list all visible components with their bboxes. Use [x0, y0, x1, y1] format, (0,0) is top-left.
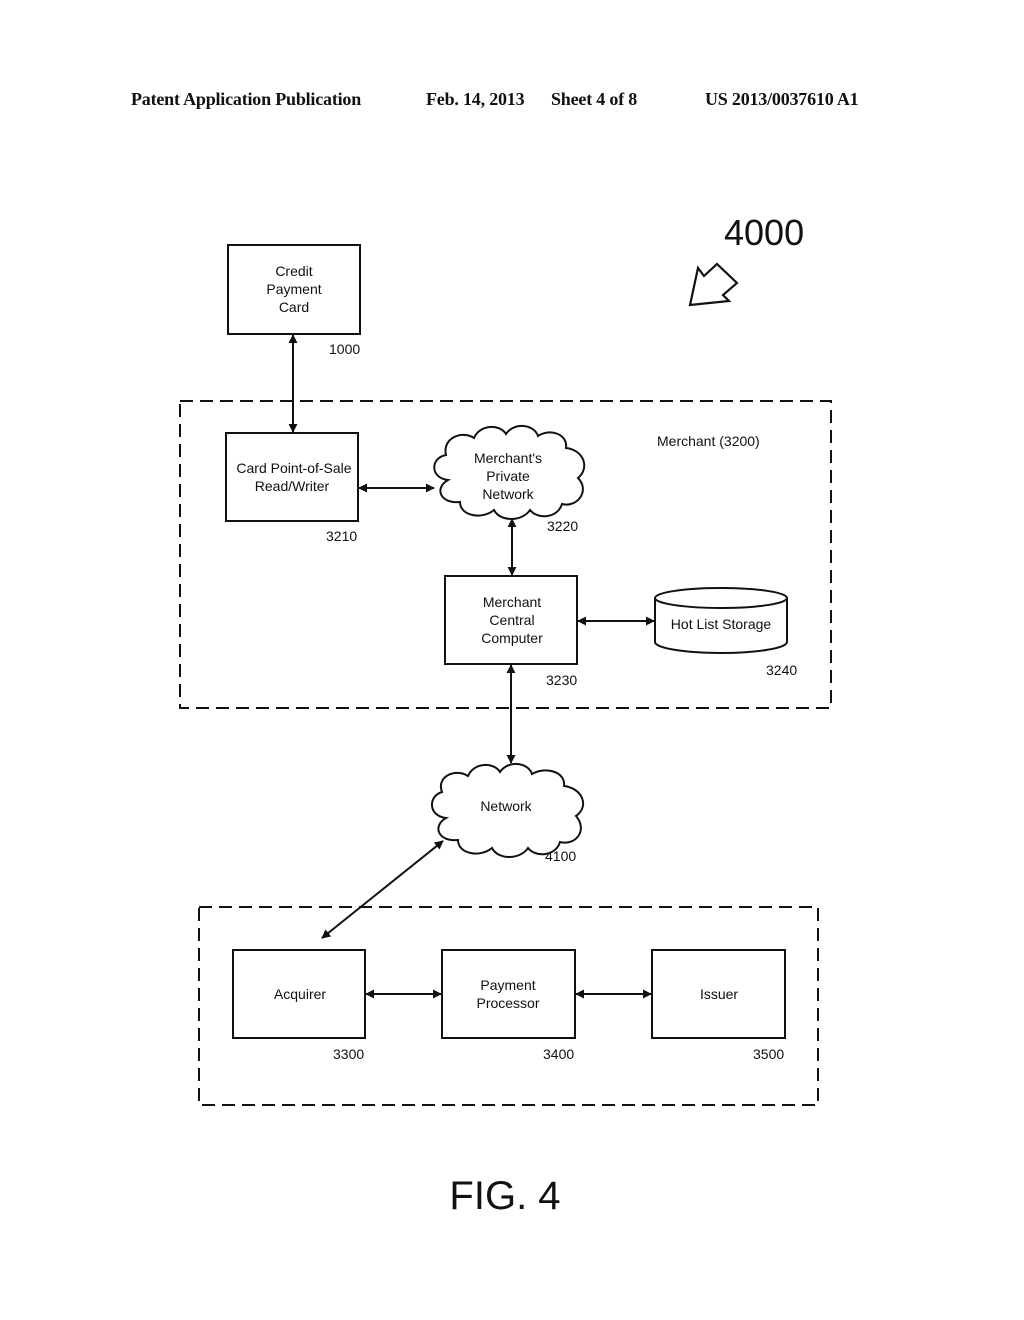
- node-pos-reader-line: Read/Writer: [255, 478, 330, 494]
- node-credit-card: Credit Payment Card: [227, 244, 361, 335]
- ref-3500: 3500: [753, 1046, 784, 1062]
- figure-ref-number: 4000: [724, 212, 804, 253]
- node-network-line: Network: [480, 798, 532, 814]
- node-hot-list-storage-line: Hot List Storage: [671, 616, 772, 632]
- node-private-network-line: Network: [482, 486, 534, 502]
- node-private-network: Merchant's Private Network: [433, 425, 586, 520]
- node-credit-card-line: Credit: [275, 263, 312, 279]
- figure-pointer-arrow-icon: [688, 262, 739, 307]
- node-pos-reader: Card Point-of-Sale Read/Writer: [225, 432, 359, 522]
- node-issuer: Issuer: [651, 949, 786, 1039]
- node-credit-card-line: Payment: [266, 281, 321, 297]
- node-private-network-line: Merchant's: [474, 450, 542, 466]
- figure-caption: FIG. 4: [449, 1174, 560, 1218]
- merchant-group-label: Merchant (3200): [657, 433, 760, 449]
- ref-1000: 1000: [329, 341, 360, 357]
- node-central-computer-line: Central: [489, 612, 534, 628]
- node-network: Network: [431, 763, 585, 858]
- node-acquirer-line: Acquirer: [274, 986, 326, 1002]
- ref-4100: 4100: [545, 848, 576, 864]
- node-credit-card-line: Card: [279, 299, 309, 315]
- node-acquirer: Acquirer: [232, 949, 366, 1039]
- node-payment-processor: Payment Processor: [441, 949, 576, 1039]
- node-private-network-line: Private: [486, 468, 530, 484]
- ref-3240: 3240: [766, 662, 797, 678]
- node-central-computer-line: Computer: [481, 630, 543, 646]
- node-payment-processor-line: Payment: [480, 977, 535, 993]
- ref-3210: 3210: [326, 528, 357, 544]
- ref-3300: 3300: [333, 1046, 364, 1062]
- ref-3230: 3230: [546, 672, 577, 688]
- node-central-computer-line: Merchant: [483, 594, 541, 610]
- ref-3220: 3220: [547, 518, 578, 534]
- node-central-computer: Merchant Central Computer: [444, 575, 578, 665]
- node-hot-list-storage: Hot List Storage: [654, 587, 788, 654]
- patent-diagram: 4000 Merchant (3200) Credit Payment Card…: [179, 212, 832, 1218]
- node-payment-processor-line: Processor: [476, 995, 539, 1011]
- ref-3400: 3400: [543, 1046, 574, 1062]
- node-pos-reader-line: Card Point-of-Sale: [236, 460, 351, 476]
- node-issuer-line: Issuer: [700, 986, 738, 1002]
- edge-network-to-acquirer: [321, 840, 444, 939]
